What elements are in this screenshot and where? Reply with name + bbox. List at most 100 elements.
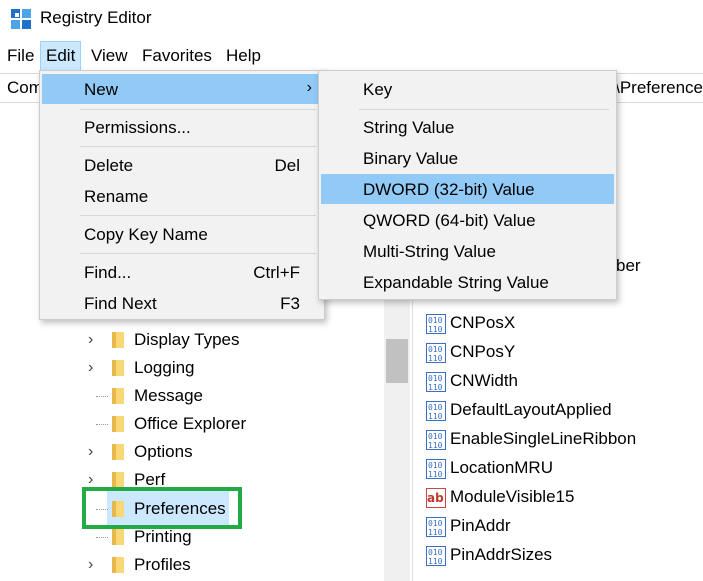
tree-scrollbar-thumb[interactable] <box>386 339 408 383</box>
folder-icon <box>112 332 124 348</box>
value-row[interactable]: 010 110 DefaultLayoutApplied <box>418 396 703 425</box>
value-label: PinAddrSizes <box>450 545 553 564</box>
submenu-item-multi-string-value[interactable]: Multi-String Value <box>321 236 614 266</box>
submenu-item-string-value[interactable]: String Value <box>321 112 614 142</box>
menu-item-label: Permissions... <box>84 118 191 137</box>
value-row[interactable]: 010 110 PinAddrSizes <box>418 541 703 570</box>
menu-item-find[interactable]: Find... Ctrl+F <box>42 257 322 287</box>
menu-file[interactable]: File <box>2 41 39 71</box>
svg-text:110: 110 <box>428 441 443 450</box>
svg-text:010: 010 <box>428 316 443 325</box>
svg-text:ab: ab <box>427 491 444 505</box>
value-row[interactable]: 010 110 CNPosX <box>418 309 703 338</box>
menu-item-shortcut: F3 <box>280 294 300 313</box>
tree-connector <box>96 396 108 397</box>
value-row[interactable]: 010 110 LocationMRU <box>418 454 703 483</box>
submenu-item-label: Binary Value <box>363 149 459 168</box>
menu-item-label: Delete <box>84 156 134 175</box>
address-text-left: Com <box>7 78 43 97</box>
svg-text:010: 010 <box>428 374 443 383</box>
value-label: LocationMRU <box>450 458 553 477</box>
chevron-right-icon: › <box>306 79 312 96</box>
menu-item-shortcut: Del <box>274 156 300 175</box>
menu-item-rename[interactable]: Rename <box>42 181 322 211</box>
chevron-right-icon[interactable]: › <box>88 444 98 460</box>
submenu-item-key[interactable]: Key <box>321 74 614 104</box>
menu-item-permissions[interactable]: Permissions... <box>42 112 322 142</box>
menu-item-label: New <box>84 80 119 99</box>
submenu-item-label: Expandable String Value <box>363 273 549 292</box>
title-bar: Registry Editor <box>0 0 703 38</box>
chevron-right-icon[interactable]: › <box>88 360 98 376</box>
submenu-item-label: DWORD (32-bit) Value <box>363 180 535 199</box>
menu-item-label: Copy Key Name <box>84 225 208 244</box>
svg-text:110: 110 <box>428 354 443 363</box>
tree-item[interactable]: Message <box>0 383 380 411</box>
value-label: ModuleVisible15 <box>450 487 575 506</box>
tree-item[interactable]: › Display Types <box>0 327 380 355</box>
binary-value-icon: 010110 <box>426 343 446 363</box>
submenu-item-binary-value[interactable]: Binary Value <box>321 143 614 173</box>
tree-connector <box>96 537 108 538</box>
menu-separator <box>80 215 316 216</box>
menu-favorites[interactable]: Favorites <box>137 41 217 71</box>
binary-value-icon: 010110 <box>426 517 446 537</box>
tree-item-label: Logging <box>134 358 195 377</box>
tree-item-label: Options <box>134 442 193 461</box>
chevron-right-icon[interactable]: › <box>88 332 98 348</box>
value-row[interactable]: 010 110 PinAddr <box>418 512 703 541</box>
value-row[interactable]: 010 110 CNWidth <box>418 367 703 396</box>
menu-edit[interactable]: Edit <box>40 41 82 71</box>
svg-text:110: 110 <box>428 470 443 479</box>
highlight-annotation-box <box>82 487 242 529</box>
binary-value-icon: 010110 <box>426 546 446 566</box>
svg-text:110: 110 <box>428 325 443 334</box>
registry-editor-icon <box>11 9 31 29</box>
tree-connector <box>96 424 108 425</box>
tree-item-label: Printing <box>134 527 192 546</box>
menu-item-label: Find... <box>84 263 132 282</box>
svg-text:110: 110 <box>428 412 443 421</box>
submenu-item-expandable-string-value[interactable]: Expandable String Value <box>321 267 614 297</box>
svg-text:010: 010 <box>428 548 443 557</box>
menu-item-copy-key-name[interactable]: Copy Key Name <box>42 219 322 249</box>
tree-item[interactable]: › Logging <box>0 355 380 383</box>
menu-item-new[interactable]: New › <box>42 74 322 104</box>
binary-value-icon: 010110 <box>426 459 446 479</box>
value-label: EnableSingleLineRibbon <box>450 429 637 448</box>
menu-item-shortcut: Ctrl+F <box>253 263 300 282</box>
chevron-right-icon[interactable]: › <box>88 472 98 488</box>
menu-help[interactable]: Help <box>221 41 266 71</box>
menu-item-label: Find Next <box>84 294 157 313</box>
svg-text:010: 010 <box>428 461 443 470</box>
tree-item-label: Office Explorer <box>134 414 247 433</box>
svg-text:010: 010 <box>428 432 443 441</box>
value-row[interactable]: 010 110 EnableSingleLineRibbon <box>418 425 703 454</box>
menu-separator <box>359 109 609 110</box>
string-value-icon: ab <box>426 488 446 508</box>
menu-item-delete[interactable]: Delete Del <box>42 150 322 180</box>
chevron-right-icon[interactable]: › <box>88 557 98 573</box>
menu-view[interactable]: View <box>86 41 133 71</box>
binary-value-icon: 010110 <box>426 372 446 392</box>
folder-icon <box>112 529 124 545</box>
address-text-right: \Preference <box>615 78 703 97</box>
value-row[interactable]: 010 110 CNPosY <box>418 338 703 367</box>
tree-item-label: Profiles <box>134 555 191 574</box>
submenu-item-dword-value[interactable]: DWORD (32-bit) Value <box>321 174 614 204</box>
svg-text:010: 010 <box>428 519 443 528</box>
menu-item-label: Rename <box>84 187 149 206</box>
folder-icon <box>112 360 124 376</box>
value-label: CNPosX <box>450 313 516 332</box>
value-row[interactable]: ab ModuleVisible15 <box>418 483 703 512</box>
value-partial-label: ber <box>616 256 641 275</box>
tree-item[interactable]: Office Explorer <box>0 411 380 439</box>
tree-item[interactable]: › Profiles <box>0 552 380 580</box>
submenu-item-label: Key <box>363 80 393 99</box>
svg-text:110: 110 <box>428 557 443 566</box>
tree-item[interactable]: › Options <box>0 439 380 467</box>
submenu-item-qword-value[interactable]: QWORD (64-bit) Value <box>321 205 614 235</box>
menu-item-find-next[interactable]: Find Next F3 <box>42 288 322 318</box>
value-label: CNPosY <box>450 342 516 361</box>
folder-icon <box>112 416 124 432</box>
